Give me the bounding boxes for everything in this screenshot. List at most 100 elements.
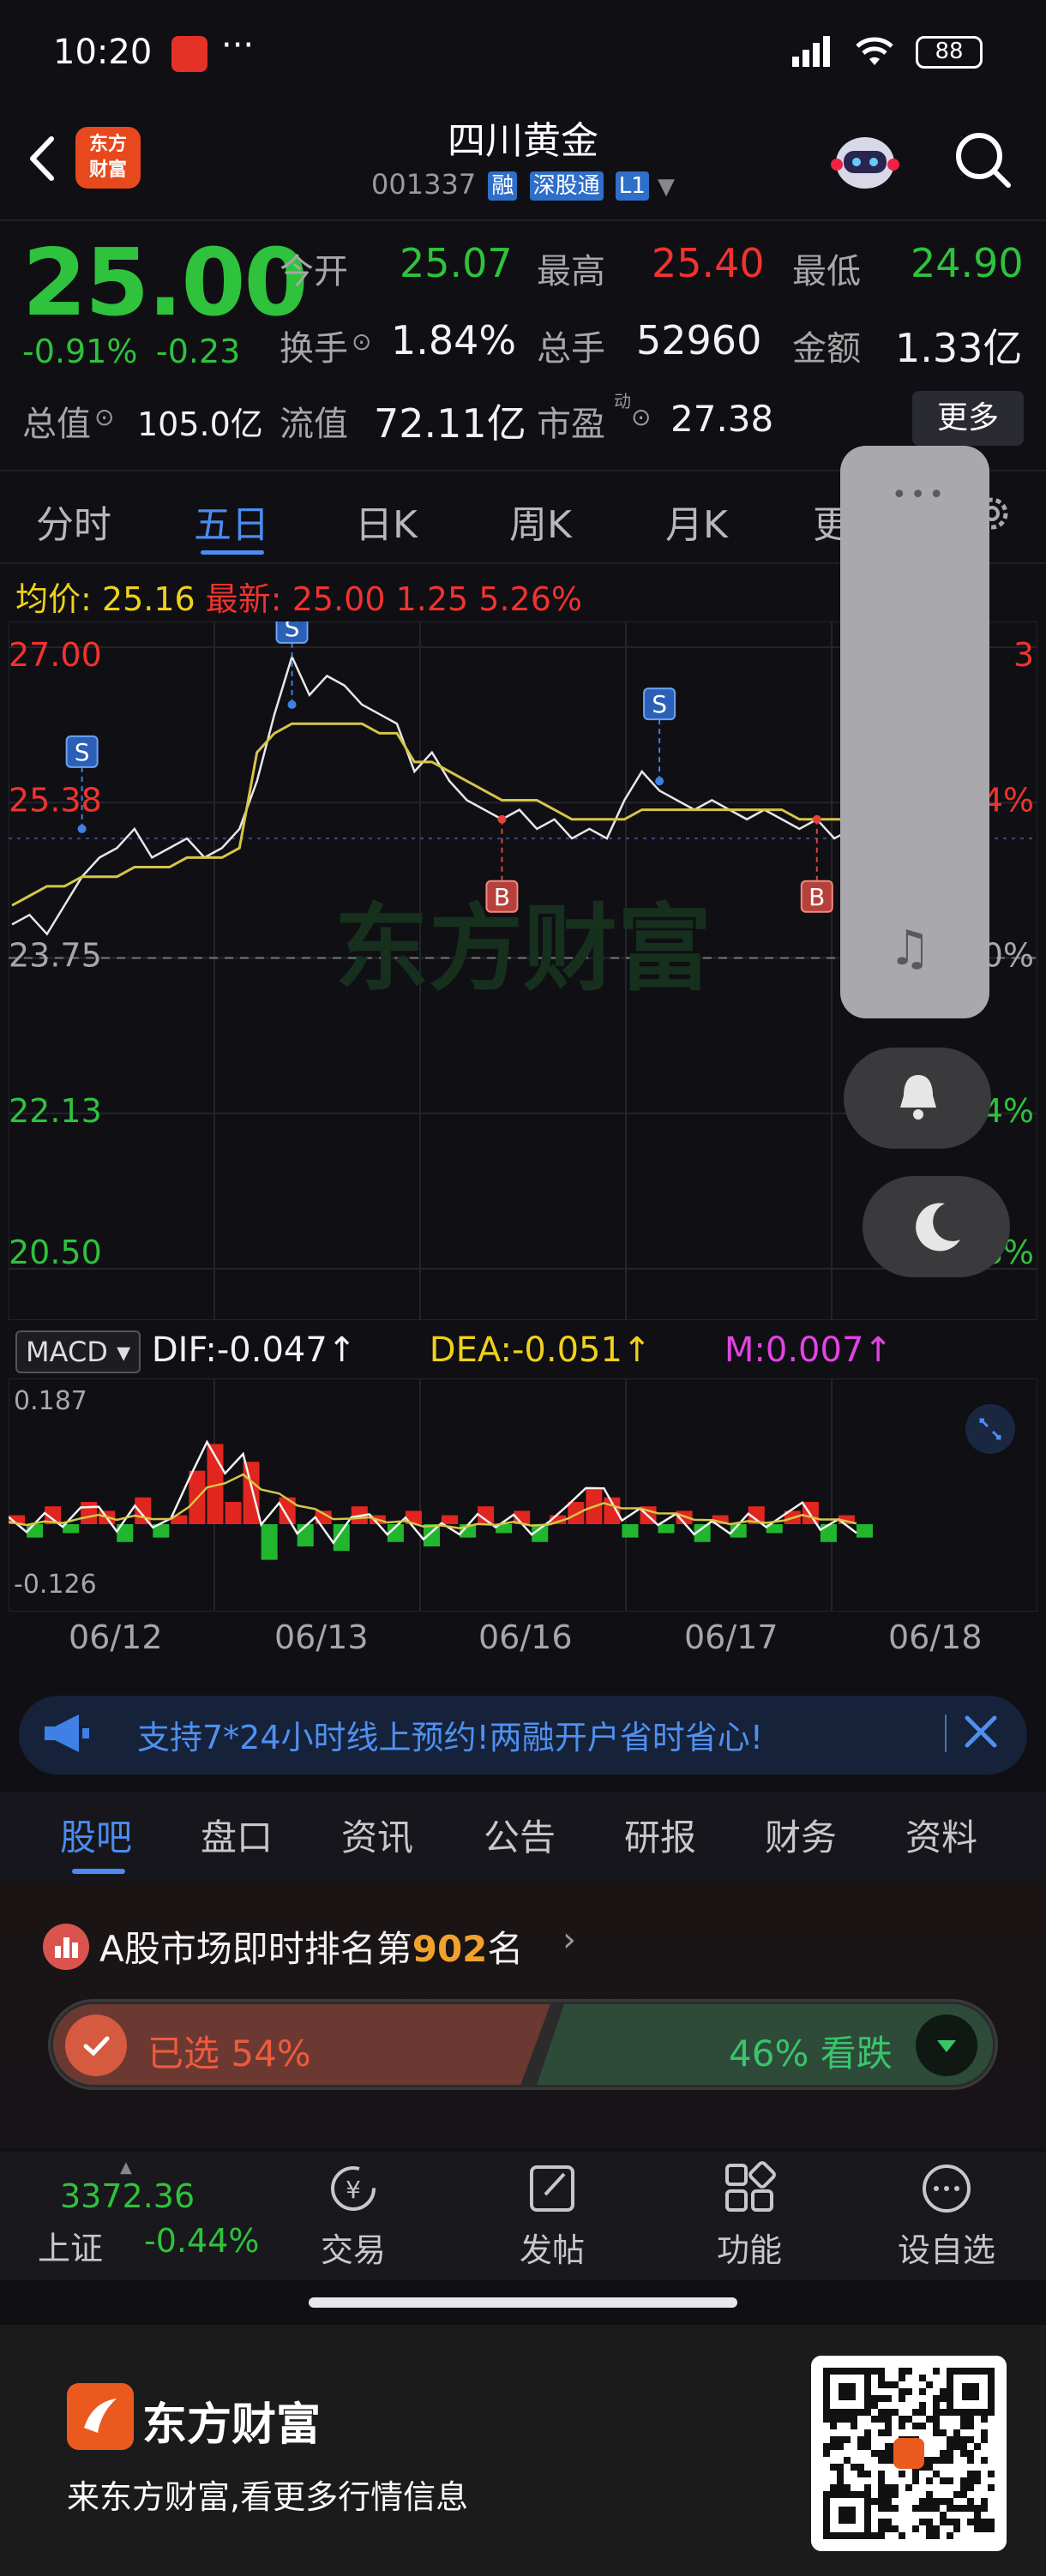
- volume-value: 52960: [636, 317, 762, 363]
- pe-dynamic-mark: 动: [614, 391, 631, 411]
- macd-header: MACD ▾ DIF:-0.047↑ DEA:-0.051↑ M:0.007↑: [15, 1330, 893, 1373]
- macd-chart[interactable]: 0.187 -0.126: [9, 1378, 1037, 1612]
- arrow-down-icon[interactable]: [916, 2015, 977, 2076]
- qr-module: [905, 2416, 912, 2423]
- panel-handle-icon[interactable]: •••: [892, 480, 947, 510]
- info-icon[interactable]: ⊙: [94, 403, 114, 431]
- tab-weekly-k[interactable]: 周K: [509, 494, 572, 549]
- functions-label: 功能: [716, 2231, 782, 2269]
- divider: [0, 219, 1046, 221]
- qr-center-logo: [893, 2438, 924, 2469]
- qr-module: [878, 2532, 885, 2539]
- close-icon[interactable]: [959, 1709, 1003, 1754]
- home-indicator[interactable]: [309, 2297, 737, 2308]
- qr-module: [919, 2519, 926, 2525]
- qr-module: [960, 2505, 967, 2512]
- search-icon[interactable]: [950, 127, 1015, 192]
- index-name[interactable]: 上证: [38, 2222, 103, 2269]
- total-value-label: 总值: [22, 405, 91, 444]
- chart-info-line: 均价: 25.16 最新: 25.00 1.25 5.26%: [15, 573, 582, 620]
- qr-module: [912, 2409, 919, 2416]
- music-icon[interactable]: ♫: [888, 921, 931, 976]
- qr-module: [885, 2381, 892, 2388]
- qr-module: [981, 2519, 988, 2525]
- qr-module: [953, 2505, 960, 2512]
- qr-module: [837, 2477, 844, 2484]
- tag-margin: 融: [488, 171, 518, 201]
- indicator-selector[interactable]: MACD ▾: [15, 1330, 141, 1373]
- signal-dot: [655, 777, 664, 786]
- date-label: 06/13: [274, 1618, 369, 1656]
- qr-module: [844, 2416, 851, 2423]
- trade-icon: ¥: [331, 2166, 376, 2211]
- status-time: 10:20: [53, 33, 153, 72]
- qr-module: [837, 2464, 844, 2471]
- qr-module: [871, 2498, 878, 2505]
- avg-value: 25.16: [101, 580, 195, 618]
- tab-news[interactable]: 资讯: [341, 1809, 413, 1861]
- info-icon[interactable]: ⊙: [631, 403, 651, 431]
- qr-module: [981, 2436, 988, 2443]
- trade-button[interactable]: ¥ 交易: [285, 2160, 422, 2271]
- info-icon[interactable]: ⊙: [352, 327, 371, 356]
- robot-assistant-icon[interactable]: [827, 129, 904, 197]
- chevron-down-icon[interactable]: ▼: [658, 174, 675, 200]
- trade-label: 交易: [320, 2231, 386, 2269]
- index-value[interactable]: 3372.36: [60, 2177, 195, 2215]
- qr-module: [974, 2477, 981, 2484]
- qr-module: [885, 2409, 892, 2416]
- qr-module: [960, 2477, 967, 2484]
- more-button[interactable]: 更多: [912, 391, 1024, 446]
- tab-daily-k[interactable]: 日K: [355, 494, 418, 549]
- expand-icon[interactable]: [964, 1402, 1017, 1456]
- qr-module: [885, 2498, 892, 2505]
- qr-module: [851, 2464, 857, 2471]
- post-button[interactable]: 发帖: [484, 2160, 621, 2271]
- qr-module: [974, 2519, 981, 2525]
- qr-module: [933, 2505, 940, 2512]
- qr-module: [940, 2512, 947, 2519]
- qr-module: [912, 2505, 919, 2512]
- check-icon[interactable]: [65, 2015, 127, 2076]
- tab-intraday[interactable]: 分时: [36, 494, 111, 549]
- qr-module: [878, 2498, 885, 2505]
- qr-module: [864, 2429, 871, 2436]
- vote-down-text: 46% 看跌: [729, 2033, 893, 2075]
- grid-icon: [725, 2161, 776, 2212]
- qr-module: [885, 2525, 892, 2532]
- qr-module: [830, 2416, 837, 2423]
- add-watchlist-button[interactable]: 设自选: [878, 2160, 1015, 2271]
- turnover-value: 1.84%: [391, 317, 517, 363]
- qr-module: [878, 2368, 885, 2375]
- qr-module: [892, 2491, 899, 2498]
- m-label: M:: [724, 1330, 766, 1370]
- tab-finance[interactable]: 财务: [765, 1809, 837, 1861]
- qr-module: [830, 2423, 837, 2429]
- qr-module: [837, 2471, 844, 2477]
- functions-button[interactable]: 功能: [681, 2160, 818, 2271]
- qr-module: [926, 2505, 933, 2512]
- ranking-icon: [43, 1924, 89, 1970]
- qr-module: [967, 2457, 974, 2464]
- qr-module: [947, 2505, 953, 2512]
- qr-module: [933, 2525, 940, 2532]
- index-change[interactable]: -0.44%: [144, 2222, 259, 2260]
- tab-announcements[interactable]: 公告: [484, 1809, 556, 1861]
- tab-monthly-k[interactable]: 月K: [665, 494, 728, 549]
- promo-text[interactable]: 支持7*24小时线上预约!两融开户省时省心!: [137, 1711, 763, 1758]
- tab-order-book[interactable]: 盘口: [201, 1809, 273, 1861]
- qr-module: [974, 2512, 981, 2519]
- qr-module: [878, 2525, 885, 2532]
- market-ranking[interactable]: A股市场即时排名第902名: [99, 1920, 523, 1973]
- active-tab-underline: [72, 1869, 125, 1874]
- date-label: 06/12: [69, 1618, 163, 1656]
- tab-profile[interactable]: 资料: [905, 1809, 977, 1861]
- tab-research[interactable]: 研报: [624, 1809, 696, 1861]
- tab-forum[interactable]: 股吧: [60, 1809, 132, 1861]
- qr-module: [953, 2436, 960, 2443]
- date-label: 06/18: [888, 1618, 983, 1656]
- macd-bottom-tick: -0.126: [14, 1570, 97, 1600]
- chevron-right-icon[interactable]: ›: [562, 1920, 576, 1960]
- tab-five-day[interactable]: 五日: [194, 494, 269, 549]
- signal-label: S: [75, 738, 90, 766]
